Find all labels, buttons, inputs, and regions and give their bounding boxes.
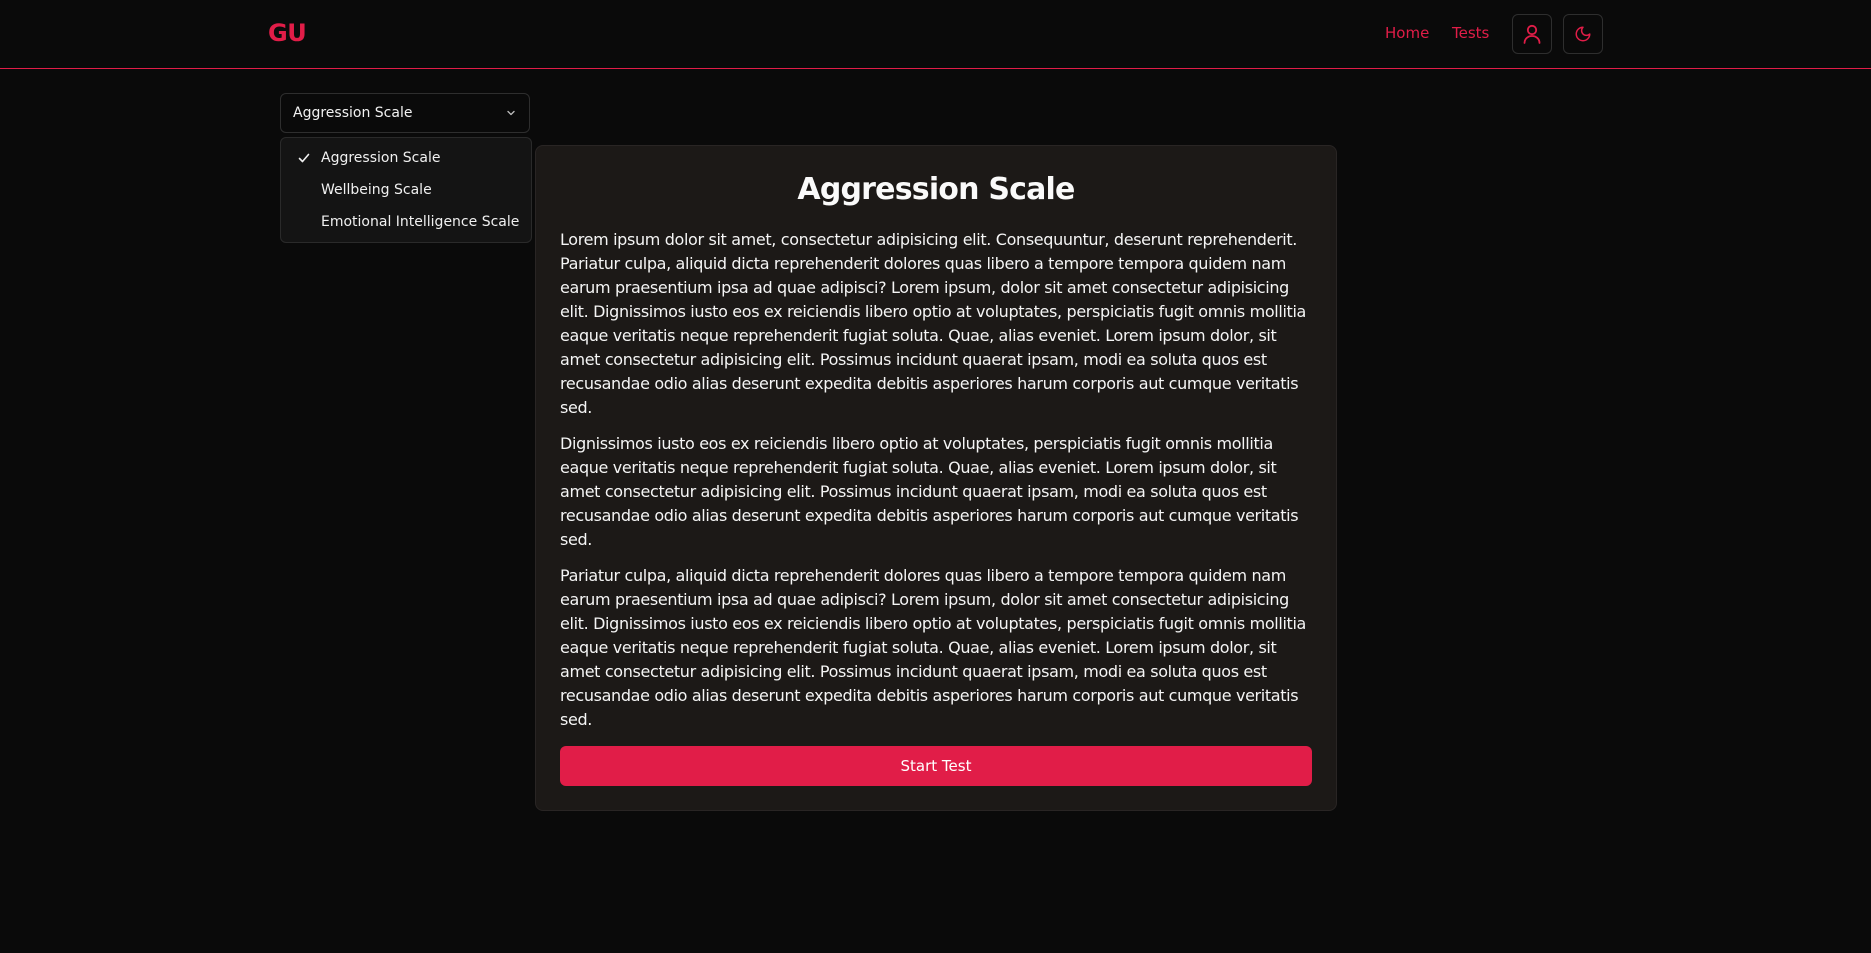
scale-select[interactable]: Aggression Scale [280,93,530,133]
dropdown-option-label: Aggression Scale [321,150,441,166]
dropdown-option-label: Emotional Intelligence Scale [321,214,520,230]
card-paragraph: Pariatur culpa, aliquid dicta reprehende… [560,566,1307,729]
card-paragraph: Dignissimos iusto eos ex reiciendis libe… [560,434,1299,549]
dropdown-option-emotional-intelligence[interactable]: Emotional Intelligence Scale [285,206,527,238]
user-icon [1523,24,1541,44]
top-navbar: GU Home Tests [0,0,1871,69]
start-test-button[interactable]: Start Test [560,746,1312,786]
scale-dropdown-menu: Aggression Scale Wellbeing Scale Emotion… [280,137,532,243]
nav-link-tests[interactable]: Tests [1452,24,1489,42]
theme-toggle-button[interactable] [1563,14,1603,54]
check-icon [298,153,310,163]
moon-icon [1575,26,1591,42]
card-paragraph: Lorem ipsum dolor sit amet, consectetur … [560,230,1307,417]
site-logo[interactable]: GU [268,19,307,47]
dropdown-option-aggression[interactable]: Aggression Scale [285,142,527,174]
dropdown-option-wellbeing[interactable]: Wellbeing Scale [285,174,527,206]
profile-button[interactable] [1512,14,1552,54]
scale-select-value: Aggression Scale [293,105,413,121]
chevron-down-icon [507,110,515,116]
test-description-card: Aggression Scale Lorem ipsum dolor sit a… [535,145,1337,811]
dropdown-option-label: Wellbeing Scale [321,182,432,198]
nav-link-home[interactable]: Home [1385,24,1429,42]
card-title: Aggression Scale [797,172,1075,207]
